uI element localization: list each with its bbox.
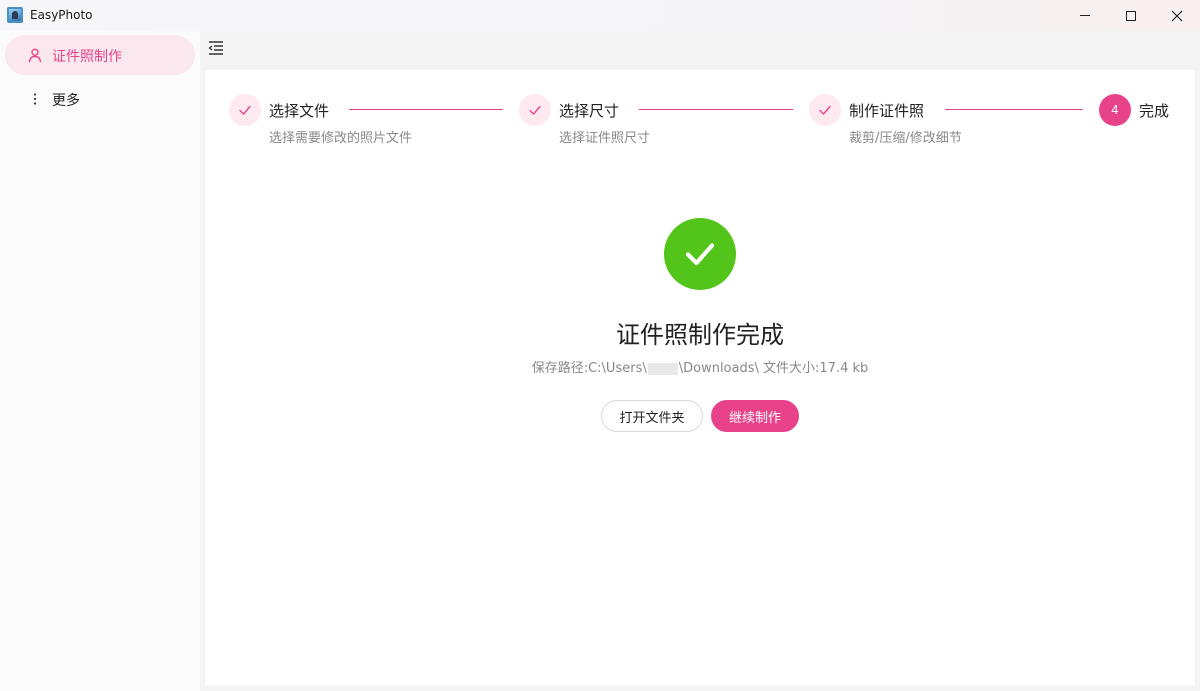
more-vertical-icon [33, 93, 37, 105]
step-desc: 选择需要修改的照片文件 [269, 131, 413, 146]
step-current-circle: 4 [1099, 94, 1131, 126]
check-icon [529, 105, 541, 115]
maximize-button[interactable] [1108, 0, 1154, 31]
step-desc: 裁剪/压缩/修改细节 [849, 131, 962, 146]
step-title: 选择尺寸 [559, 102, 620, 120]
menu-collapse-button[interactable] [206, 38, 226, 58]
app-title: EasyPhoto [30, 8, 93, 22]
step-connector [945, 109, 1083, 110]
sidebar-item-label: 更多 [52, 93, 80, 109]
check-icon [239, 105, 251, 115]
continue-button[interactable]: 继续制作 [711, 400, 799, 432]
sidebar-item-id-photo[interactable]: 证件照制作 [5, 35, 195, 75]
step-desc: 选择证件照尺寸 [559, 131, 651, 146]
close-icon [1171, 10, 1183, 21]
step-connector [639, 109, 793, 110]
save-path-suffix: \Downloads\ 文件大小:17.4 kb [678, 361, 869, 376]
redacted-username [647, 362, 678, 375]
maximize-icon [1126, 10, 1136, 21]
result-title: 证件照制作完成 [616, 321, 784, 349]
minimize-button[interactable] [1062, 0, 1108, 31]
user-icon [28, 48, 42, 63]
step-done-circle [229, 94, 261, 126]
success-check-icon [664, 218, 736, 290]
step-done-circle [519, 94, 551, 126]
app-logo-icon [7, 7, 23, 23]
sidebar-item-more[interactable]: 更多 [5, 79, 195, 119]
step-title: 选择文件 [269, 102, 330, 120]
main-panel: 选择文件 选择需要修改的照片文件 选择尺寸 选择证件照尺寸 制作证件照 裁剪/压… [205, 70, 1195, 686]
step-title: 制作证件照 [849, 102, 925, 120]
step-done-circle [809, 94, 841, 126]
title-bar: EasyPhoto [0, 0, 1200, 31]
check-icon [819, 105, 831, 115]
close-button[interactable] [1154, 0, 1200, 31]
menu-collapse-icon [208, 41, 223, 55]
sidebar-item-label: 证件照制作 [52, 49, 122, 65]
save-path-prefix: 保存路径:C:\Users\ [531, 361, 647, 376]
result-path-info: 保存路径:C:\Users\ \Downloads\ 文件大小:17.4 kb [205, 357, 1195, 376]
minimize-icon [1080, 15, 1090, 16]
sidebar: 证件照制作 更多 [0, 31, 200, 691]
step-connector [349, 109, 503, 110]
open-folder-button[interactable]: 打开文件夹 [601, 400, 703, 432]
step-title: 完成 [1139, 102, 1170, 120]
